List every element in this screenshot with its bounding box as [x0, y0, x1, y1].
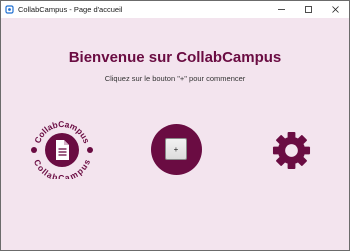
- window-controls: [268, 1, 349, 18]
- add-button[interactable]: +: [165, 138, 187, 160]
- window-title: CollabCampus - Page d'accueil: [18, 5, 123, 14]
- minimize-button[interactable]: [268, 1, 295, 18]
- app-window: CollabCampus - Page d'accueil Bienvenue …: [0, 0, 350, 251]
- close-icon: [332, 6, 339, 13]
- settings-button[interactable]: [272, 131, 311, 170]
- maximize-icon: [305, 6, 312, 13]
- add-button-background: +: [151, 124, 202, 175]
- title-bar[interactable]: CollabCampus - Page d'accueil: [1, 1, 349, 18]
- app-icon: [5, 5, 14, 14]
- welcome-heading: Bienvenue sur CollabCampus: [68, 49, 282, 66]
- maximize-button[interactable]: [295, 1, 322, 18]
- collabcampus-logo: CollabCampus CollabCampus: [29, 119, 95, 183]
- close-button[interactable]: [322, 1, 349, 18]
- minimize-icon: [278, 9, 285, 10]
- instruction-text: Cliquez sur le bouton "+" pour commencer: [104, 74, 246, 83]
- gear-icon: [272, 131, 311, 170]
